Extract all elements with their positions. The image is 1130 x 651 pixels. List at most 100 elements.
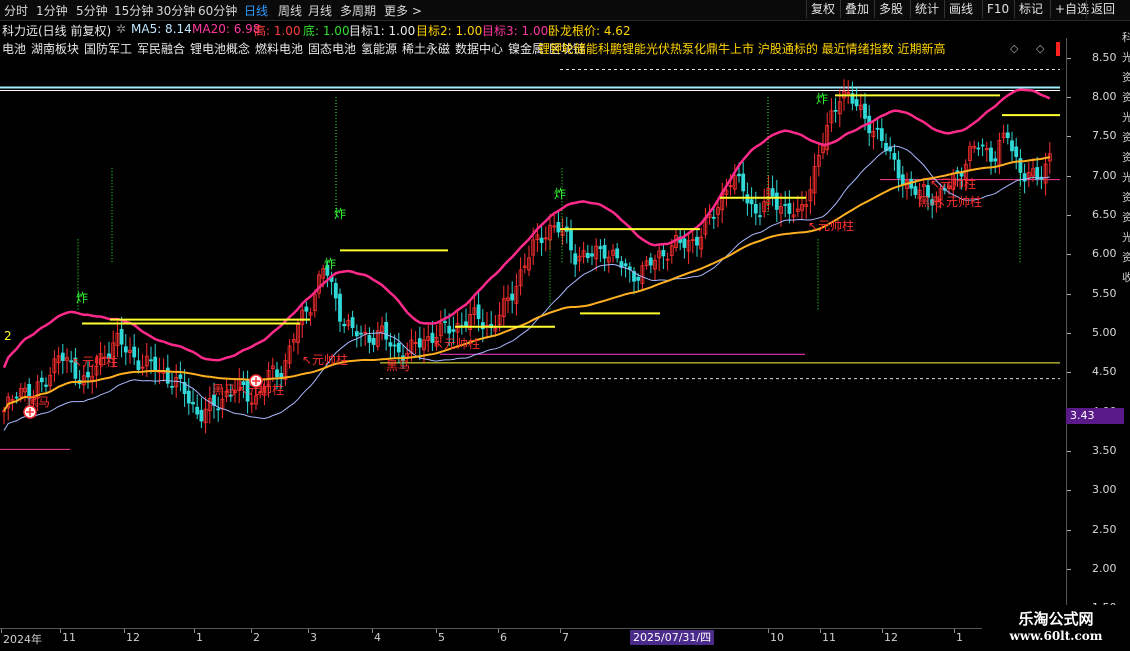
period-tab-8[interactable]: 月线 bbox=[308, 2, 332, 19]
time-tick-mark-1 bbox=[60, 629, 61, 633]
candle-body bbox=[195, 406, 200, 415]
candles bbox=[2, 79, 1052, 434]
toolbar-button-3[interactable]: 统计 bbox=[910, 0, 943, 18]
watermark-url: www.60lt.com bbox=[1009, 629, 1103, 643]
candle-body bbox=[556, 222, 561, 233]
candle-body bbox=[615, 248, 620, 259]
candle-body bbox=[976, 147, 981, 150]
candle-body bbox=[598, 246, 603, 250]
time-tick-13: 1 bbox=[956, 631, 963, 644]
price-tick-12: 2.50 bbox=[1092, 522, 1117, 536]
yuanshuai-label: ↖元帅柱 bbox=[808, 218, 854, 233]
candle-body bbox=[39, 377, 44, 383]
zha-label: 炸 bbox=[76, 291, 88, 305]
time-tick-mark-5 bbox=[308, 629, 309, 633]
candle-body bbox=[275, 369, 279, 378]
candle-body bbox=[695, 236, 699, 246]
number-label: 2 bbox=[4, 329, 12, 343]
time-tick-12: 12 bbox=[884, 631, 898, 644]
toolbar-button-6[interactable]: 标记 bbox=[1014, 0, 1047, 18]
period-toolbar: 分时 1分钟 5分钟 15分钟 30分钟 60分钟 日线 周线 月线 多周期 更多 > 复权 叠加 多股统… bbox=[0, 0, 1130, 21]
time-tick-mark-12 bbox=[882, 629, 883, 633]
time-tick-11: 11 bbox=[822, 631, 836, 644]
candle-body bbox=[178, 374, 183, 379]
kline-chart[interactable]: 炸炸炸炸炸↖元帅柱 ↖元帅柱↖元帅柱↖元帅柱↖元帅柱↖元帅柱↖元帅柱黑马黑马黑马黑… bbox=[0, 38, 1066, 628]
toolbar-button-5[interactable]: F10 bbox=[982, 0, 1013, 18]
candle-body bbox=[749, 199, 754, 205]
target3-value: 目标3: 1.00 bbox=[482, 24, 549, 38]
heima-label: 黑马 bbox=[212, 383, 236, 397]
candle-body bbox=[367, 335, 372, 343]
time-tick-mark-2 bbox=[124, 629, 125, 633]
candle-body bbox=[661, 249, 666, 257]
period-tab-1[interactable]: 1分钟 bbox=[36, 2, 68, 19]
candle-body bbox=[854, 99, 859, 107]
yuanshuai-label: ↖元帅柱 bbox=[302, 352, 348, 367]
candle-body bbox=[60, 352, 65, 361]
heima-label: 黑马 bbox=[386, 359, 410, 373]
candle-body bbox=[149, 359, 153, 362]
yuanshuai-label: ↖元帅柱 bbox=[936, 194, 982, 209]
candle-body bbox=[443, 321, 447, 324]
toolbar-button-0[interactable]: 复权 bbox=[806, 0, 839, 18]
period-tab-2[interactable]: 5分钟 bbox=[76, 2, 108, 19]
candle-body bbox=[44, 384, 48, 387]
period-tab-5[interactable]: 60分钟 bbox=[198, 2, 237, 19]
candle-body bbox=[787, 203, 792, 214]
time-tick-4: 2 bbox=[253, 631, 260, 644]
candle-body bbox=[216, 408, 221, 411]
candle-body bbox=[648, 257, 653, 266]
period-tab-9[interactable]: 多周期 bbox=[340, 2, 376, 19]
time-tick-mark-13 bbox=[954, 629, 955, 633]
candle-body bbox=[989, 147, 993, 162]
diamond-icon[interactable]: ◇ bbox=[1010, 42, 1019, 55]
candle-body bbox=[342, 324, 347, 327]
target1-value: 目标1: 1.00 bbox=[349, 24, 416, 38]
period-tab-0[interactable]: 分时 bbox=[4, 2, 28, 19]
candle-body bbox=[170, 385, 174, 388]
candle-body bbox=[758, 215, 762, 217]
time-tick-9: 7 bbox=[562, 631, 569, 644]
candle-body bbox=[392, 344, 397, 347]
latest-red-bar bbox=[1056, 42, 1060, 56]
period-tab-6[interactable]: 日线 bbox=[244, 2, 268, 19]
time-tick-mark-8 bbox=[498, 629, 499, 633]
period-tab-3[interactable]: 15分钟 bbox=[114, 2, 153, 19]
candle-body bbox=[388, 342, 393, 347]
price-tick-0: 8.50 bbox=[1092, 50, 1117, 64]
toolbar-button-1[interactable]: 叠加 bbox=[840, 0, 873, 18]
time-tick-mark-10 bbox=[768, 629, 769, 633]
zha-label: 炸 bbox=[554, 187, 566, 201]
price-tick-4: 6.50 bbox=[1092, 208, 1117, 221]
candle-body bbox=[833, 109, 838, 112]
toolbar-button-8[interactable]: 返回 bbox=[1086, 0, 1119, 18]
ma5-value: MA5: 8.14 bbox=[131, 22, 192, 36]
price-tick-5: 6.00 bbox=[1092, 247, 1117, 261]
candle-body bbox=[980, 144, 985, 147]
candle-body bbox=[879, 128, 884, 141]
candle-body bbox=[573, 253, 578, 265]
diamond-icon-2[interactable]: ◇ bbox=[1036, 42, 1045, 55]
candle-body bbox=[711, 216, 716, 219]
time-tick-mark-3 bbox=[194, 629, 195, 633]
yuanshuai-label: ↖元帅柱 bbox=[72, 354, 118, 369]
candle-body bbox=[602, 245, 607, 259]
time-tick-1: 11 bbox=[62, 631, 76, 644]
time-tick-5: 3 bbox=[310, 631, 317, 644]
candle-body bbox=[896, 159, 901, 179]
candle-body bbox=[304, 306, 309, 312]
candle-body bbox=[1005, 132, 1010, 139]
period-tab-4[interactable]: 30分钟 bbox=[156, 2, 195, 19]
period-tab-7[interactable]: 周线 bbox=[278, 2, 302, 19]
candle-body bbox=[783, 204, 788, 206]
stock-title: 科力远(日线 前复权) bbox=[2, 24, 112, 38]
candle-body bbox=[417, 338, 422, 348]
toolbar-button-2[interactable]: 多股 bbox=[874, 0, 907, 18]
candle-body bbox=[191, 401, 195, 405]
period-tab-10[interactable]: 更多 > bbox=[384, 2, 422, 19]
settings-gear-icon[interactable]: ✲ bbox=[116, 22, 126, 36]
toolbar-button-4[interactable]: 画线 bbox=[944, 0, 977, 18]
candle-body bbox=[863, 103, 867, 119]
candle-body bbox=[447, 325, 452, 334]
candle-body bbox=[590, 253, 594, 257]
